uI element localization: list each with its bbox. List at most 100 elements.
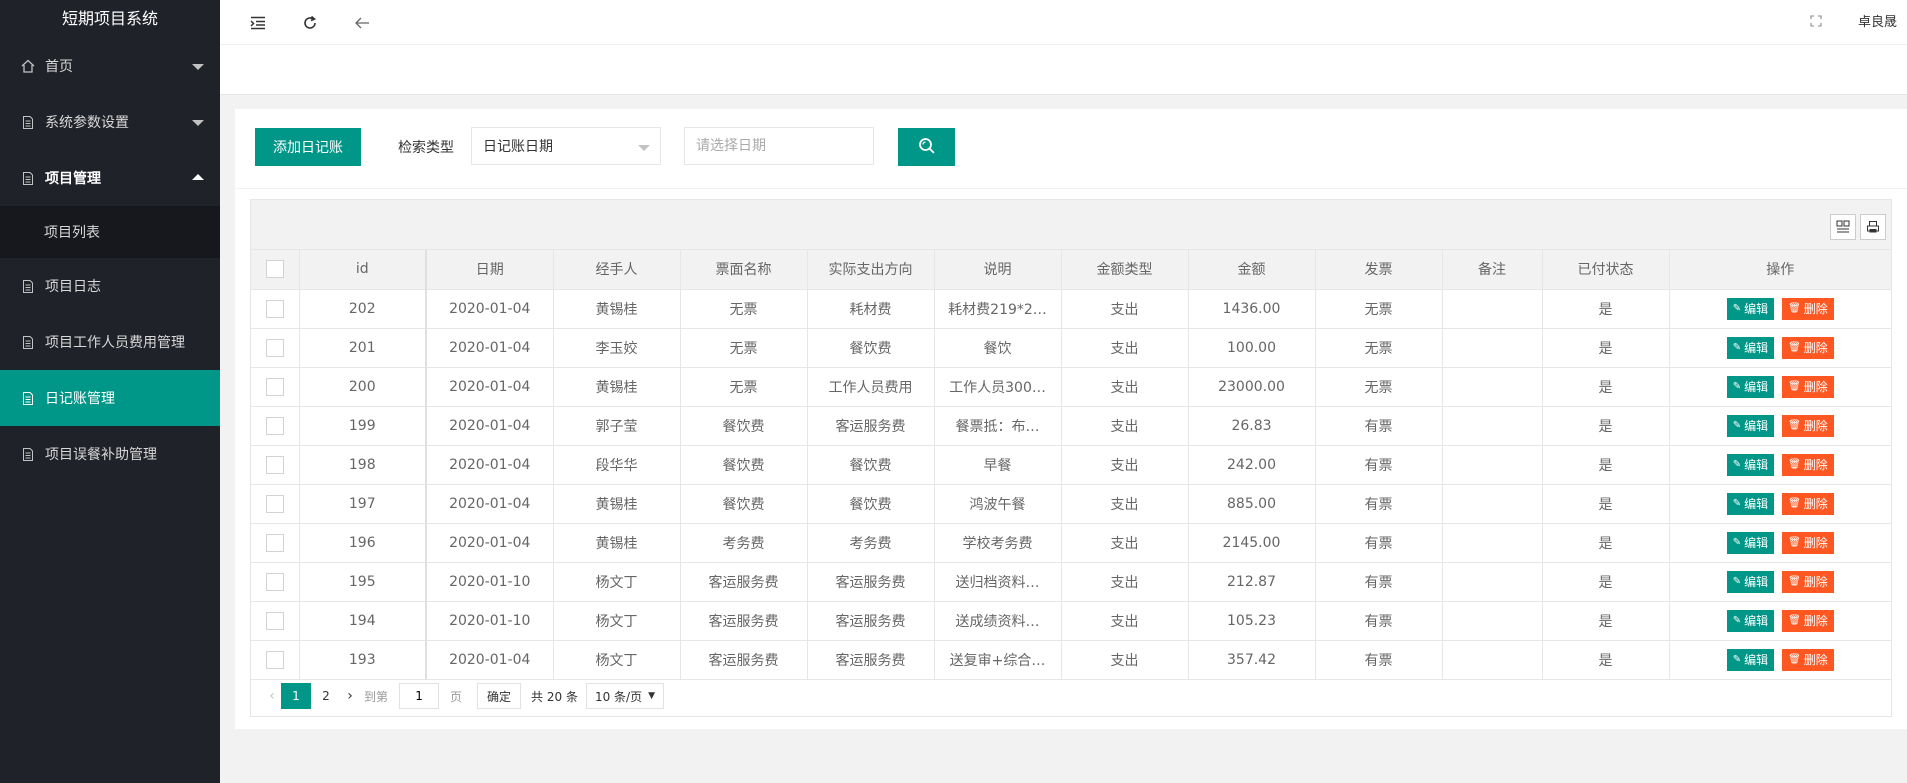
sidebar-item-project-management[interactable]: 项目管理 [0, 150, 220, 206]
delete-button[interactable]: 🗑 删除 [1782, 531, 1834, 554]
delete-button[interactable]: 🗑 删除 [1782, 609, 1834, 632]
sidebar-subitem-label: 项目列表 [44, 225, 100, 241]
page-number-current[interactable]: 1 [281, 683, 311, 709]
pencil-icon: ✎ [1732, 420, 1742, 431]
search-button[interactable] [898, 128, 955, 166]
delete-button[interactable]: 🗑 删除 [1782, 492, 1834, 515]
edit-label: 编辑 [1744, 380, 1769, 394]
prev-page-icon[interactable]: ‹ [263, 683, 281, 709]
table-cell: 2145.00 [1188, 523, 1316, 563]
table-cell: 李玉姣 [553, 328, 681, 368]
row-checkbox[interactable] [265, 611, 284, 630]
search-type-select[interactable]: 日记账日期 [471, 127, 661, 165]
sidebar-item-project-log[interactable]: 项目日志 [0, 258, 220, 314]
row-checkbox[interactable] [265, 533, 284, 552]
column-header[interactable]: id [299, 250, 427, 290]
delete-button[interactable]: 🗑 删除 [1782, 570, 1834, 593]
delete-button[interactable]: 🗑 删除 [1782, 453, 1834, 476]
row-checkbox[interactable] [265, 572, 284, 591]
table-toolbar [251, 200, 1891, 250]
table-row: 195 2020-01-10 杨文丁 客运服务费 客运服务费 送归档资料… 支出 212.87… [251, 562, 1891, 602]
page-size-value: 10 条/页 [594, 689, 643, 704]
goto-page-input[interactable] [399, 683, 440, 709]
home-icon [21, 59, 35, 73]
edit-button[interactable]: ✎ 编辑 [1726, 609, 1775, 632]
table-cell: 郭子莹 [553, 406, 681, 446]
column-header[interactable]: 金额类型 [1061, 250, 1189, 290]
delete-button[interactable]: 🗑 删除 [1782, 414, 1834, 437]
table-cell: 无票 [1315, 289, 1443, 329]
delete-button[interactable]: 🗑 删除 [1782, 648, 1834, 671]
table-cell: 杨文丁 [553, 601, 681, 641]
column-header[interactable]: 说明 [934, 250, 1062, 290]
column-header[interactable]: 备注 [1442, 250, 1543, 290]
delete-button[interactable]: 🗑 删除 [1782, 336, 1834, 359]
row-checkbox[interactable] [265, 494, 284, 513]
column-header[interactable]: 发票 [1315, 250, 1443, 290]
table-cell: 是 [1542, 328, 1670, 368]
edit-button[interactable]: ✎ 编辑 [1726, 492, 1775, 515]
menu-toggle-icon[interactable] [246, 11, 270, 35]
page-size-select[interactable]: 10 条/页 ▼ [585, 683, 665, 709]
table-cell: 黄锡桂 [553, 484, 681, 524]
print-icon[interactable] [1860, 214, 1886, 240]
add-journal-button[interactable]: 添加日记账 [255, 128, 361, 166]
table-row: 196 2020-01-04 黄锡桂 考务费 考务费 学校考务费 支出 2145.00 有票是 ✎… [251, 523, 1891, 563]
journal-table-grid: id 日期 经手人 票面名称 实际支出方向 说明 金额类型 金额 发票 备注 已… [251, 250, 1891, 680]
sidebar-item-journal[interactable]: 日记账管理 [0, 370, 220, 426]
row-checkbox[interactable] [265, 338, 284, 357]
app-logo: 短期项目系统 [61, 9, 158, 28]
delete-button[interactable]: 🗑 删除 [1782, 297, 1834, 320]
fullscreen-icon[interactable] [1806, 11, 1826, 31]
table-cell: 餐饮 [934, 328, 1062, 368]
row-checkbox[interactable] [265, 416, 284, 435]
sidebar-item-system-params[interactable]: 系统参数设置 [0, 94, 220, 150]
edit-button[interactable]: ✎ 编辑 [1726, 336, 1775, 359]
date-input[interactable] [684, 127, 874, 165]
edit-label: 编辑 [1744, 419, 1769, 433]
refresh-icon[interactable] [298, 11, 322, 35]
table-cell: 餐饮费 [680, 484, 808, 524]
table-cell: 考务费 [680, 523, 808, 563]
sidebar-item-staff-cost[interactable]: 项目工作人员费用管理 [0, 314, 220, 370]
sidebar-item-home[interactable]: 首页 [0, 38, 220, 94]
row-checkbox[interactable] [265, 650, 284, 669]
goto-confirm-button[interactable]: 确定 [477, 683, 522, 709]
sidebar-item-meal-subsidy[interactable]: 项目误餐补助管理 [0, 426, 220, 482]
search-type-value: 日记账日期 [483, 139, 553, 155]
column-header[interactable]: 经手人 [553, 250, 681, 290]
row-actions: ✎ 编辑 🗑 删除 [1669, 445, 1891, 485]
select-all-checkbox[interactable] [265, 260, 284, 279]
column-header[interactable]: 日期 [426, 250, 554, 290]
edit-button[interactable]: ✎ 编辑 [1726, 375, 1775, 398]
back-arrow-icon[interactable] [350, 11, 374, 35]
column-header[interactable]: 票面名称 [680, 250, 808, 290]
table-cell: 餐饮费 [807, 445, 935, 485]
row-checkbox[interactable] [265, 377, 284, 396]
column-header[interactable]: 实际支出方向 [807, 250, 935, 290]
table-cell: 357.42 [1188, 640, 1316, 680]
trash-icon: 🗑 [1788, 615, 1801, 626]
page-number[interactable]: 2 [311, 683, 341, 709]
row-checkbox[interactable] [265, 299, 284, 318]
table-cell: 工作人员费用 [807, 367, 935, 407]
edit-button[interactable]: ✎ 编辑 [1726, 453, 1775, 476]
next-page-icon[interactable]: › [341, 683, 359, 709]
table-cell [1442, 601, 1543, 641]
columns-filter-icon[interactable] [1830, 214, 1856, 240]
delete-button[interactable]: 🗑 删除 [1782, 375, 1834, 398]
user-name[interactable]: 卓良晟 [1858, 11, 1897, 30]
edit-button[interactable]: ✎ 编辑 [1726, 648, 1775, 671]
row-checkbox[interactable] [265, 455, 284, 474]
column-header[interactable]: 已付状态 [1542, 250, 1670, 290]
pencil-icon: ✎ [1732, 342, 1742, 353]
table-cell: 无票 [1315, 367, 1443, 407]
edit-button[interactable]: ✎ 编辑 [1726, 570, 1775, 593]
edit-button[interactable]: ✎ 编辑 [1726, 414, 1775, 437]
chevron-down-icon [192, 120, 204, 126]
edit-button[interactable]: ✎ 编辑 [1726, 531, 1775, 554]
edit-button[interactable]: ✎ 编辑 [1726, 297, 1775, 320]
column-header[interactable]: 金额 [1188, 250, 1316, 290]
sidebar-subitem-project-list[interactable]: 项目列表 [0, 206, 220, 258]
table-row: 197 2020-01-04 黄锡桂 餐饮费 餐饮费 鸿波午餐 支出 885.00 有票是 ✎ 编辑… [251, 484, 1891, 524]
